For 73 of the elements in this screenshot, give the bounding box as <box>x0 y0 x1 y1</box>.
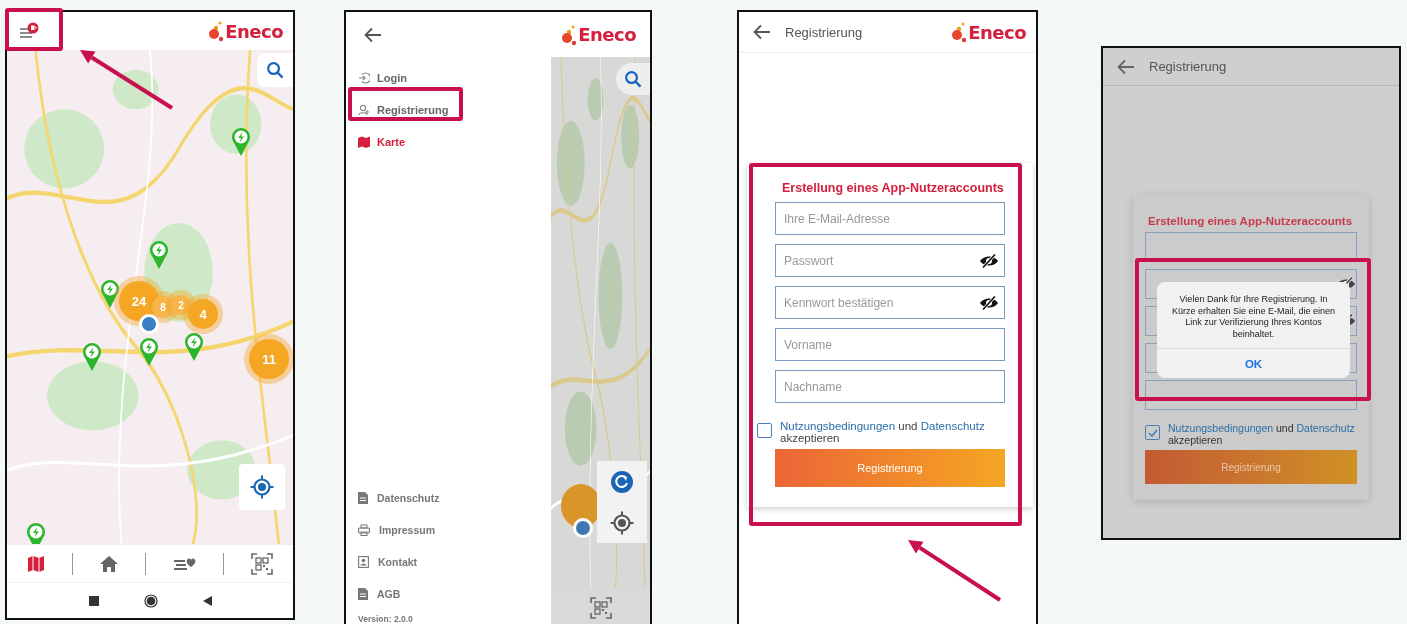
ok-button[interactable]: OK <box>1157 348 1350 378</box>
highlight-frame <box>5 8 63 51</box>
logo-dots-icon <box>951 21 968 43</box>
locate-button[interactable] <box>239 464 285 510</box>
back-arrow-icon[interactable] <box>753 24 771 40</box>
search-icon <box>624 70 642 88</box>
privacy-link[interactable]: Datenschutz <box>1296 422 1355 434</box>
logo-text: Eneco <box>578 24 636 45</box>
back-triangle-icon[interactable] <box>202 595 212 606</box>
eye-slash-icon[interactable] <box>979 295 999 310</box>
qr-code-icon <box>250 552 273 575</box>
locate-icon[interactable] <box>250 475 274 499</box>
menu-item[interactable]: Karte <box>358 126 412 158</box>
footer-link[interactable]: Kontakt <box>358 546 418 578</box>
register-button[interactable]: Registrierung <box>775 449 1005 487</box>
dialog-message: Vielen Dank für Ihre Registrierung. In Kürze erhalten Sie eine E-Mail, die einen Link zur Verifizierung Ihres Kontos beinhaltet. <box>1171 294 1336 340</box>
terms-link[interactable]: Nutzungsbedingungen <box>780 420 896 432</box>
text-field[interactable]: Ihre E-Mail-Adresse <box>775 202 1005 235</box>
footer-link[interactable]: Datenschutz <box>358 482 440 514</box>
menu-button[interactable] <box>19 22 39 40</box>
qr-code-icon <box>589 597 612 619</box>
menu-item[interactable]: Login <box>358 62 413 94</box>
footer-link[interactable]: Impressum <box>358 514 436 546</box>
map-icon <box>358 136 370 148</box>
contact-card-icon <box>358 556 369 568</box>
form-heading: Erstellung eines App-Nutzeraccounts <box>782 181 1005 195</box>
text-field[interactable]: Vorname <box>775 328 1005 361</box>
document-icon <box>358 492 368 504</box>
logo-text: Eneco <box>968 21 1026 43</box>
home-button-icon[interactable] <box>143 593 158 608</box>
menu-icon <box>19 22 39 40</box>
login-icon <box>358 72 370 84</box>
charging-pin-icon <box>183 332 205 362</box>
user-icon <box>358 104 370 116</box>
locate-icon[interactable] <box>610 510 634 535</box>
map-icon <box>27 554 46 573</box>
search-button[interactable] <box>257 53 293 87</box>
footer-link[interactable]: AGB <box>358 578 401 610</box>
terms-text: Nutzungsbedingungen und Datenschutz akzeptieren <box>780 420 986 444</box>
terms-text: Nutzungsbedingungen und Datenschutz akzeptieren <box>1168 422 1356 446</box>
back-arrow-icon[interactable] <box>364 26 382 43</box>
password-field[interactable]: Passwort <box>775 244 1005 277</box>
logo-dots-icon <box>561 23 578 46</box>
recent-apps-icon[interactable] <box>88 595 99 606</box>
search-icon <box>266 61 284 79</box>
screen-title: Registrierung <box>1149 59 1228 74</box>
back-arrow-icon[interactable] <box>1117 58 1135 75</box>
charging-pin-icon <box>148 240 170 270</box>
logo-text: Eneco <box>225 20 283 42</box>
document-icon <box>358 588 368 600</box>
checkbox[interactable] <box>1145 425 1160 440</box>
logo-dots-icon <box>208 20 225 42</box>
charging-pin-icon <box>99 279 121 309</box>
terms-link[interactable]: Nutzungsbedingungen <box>1168 422 1274 434</box>
search-button[interactable] <box>616 63 650 95</box>
charging-pin-icon <box>138 337 160 367</box>
refresh-icon[interactable] <box>610 469 634 494</box>
menu-item[interactable]: Registrierung <box>358 94 455 126</box>
charging-pin-icon <box>230 127 252 157</box>
screen-title: Registrierung <box>785 24 864 40</box>
text-field[interactable]: Nachname <box>775 370 1005 403</box>
eye-slash-icon[interactable] <box>979 253 999 268</box>
password-field[interactable]: Kennwort bestätigen <box>775 286 1005 319</box>
check-icon <box>1147 428 1158 437</box>
privacy-link[interactable]: Datenschutz <box>920 420 985 432</box>
version-text: Version: 2.0.0 <box>358 613 414 624</box>
charging-pin-icon <box>81 342 103 372</box>
printer-icon <box>358 524 370 536</box>
register-button[interactable]: Registrierung <box>1145 450 1357 484</box>
form-heading: Erstellung eines App-Nutzeraccounts <box>1148 215 1354 227</box>
charging-pin-icon <box>25 522 47 544</box>
home-icon <box>99 554 120 573</box>
checkbox[interactable] <box>757 423 772 438</box>
